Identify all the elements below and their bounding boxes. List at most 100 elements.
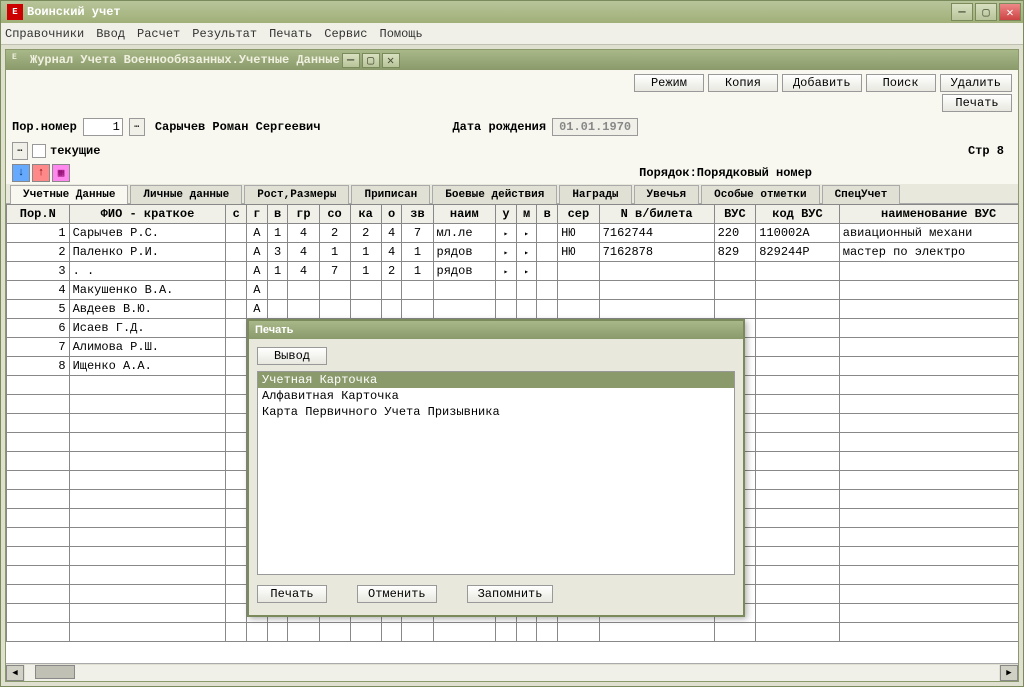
column-header[interactable]: Пор.N: [7, 205, 70, 224]
delete-button[interactable]: Удалить: [940, 74, 1012, 92]
cell-vv[interactable]: [537, 224, 558, 243]
cell-kod[interactable]: 829244Р: [756, 243, 840, 262]
cell-ser[interactable]: НЮ: [558, 224, 600, 243]
column-header[interactable]: зв: [402, 205, 433, 224]
cell-naim[interactable]: мл.ле: [433, 224, 496, 243]
cell-zv[interactable]: 7: [402, 224, 433, 243]
cell-s[interactable]: [226, 224, 247, 243]
inner-maximize-button[interactable]: ▢: [362, 53, 380, 68]
cell-fio[interactable]: Сарычев Р.С.: [69, 224, 226, 243]
cell-vv[interactable]: [537, 281, 558, 300]
cell-zv[interactable]: [402, 300, 433, 319]
cell-n[interactable]: 7: [7, 338, 70, 357]
cell-o[interactable]: 2: [381, 262, 402, 281]
tab-0[interactable]: Учетные Данные: [10, 185, 128, 204]
cell-so[interactable]: 1: [319, 243, 350, 262]
cell-s[interactable]: [226, 319, 247, 338]
cell-ka[interactable]: 1: [350, 243, 381, 262]
menu-item[interactable]: Печать: [269, 27, 312, 41]
cell-u[interactable]: [496, 281, 517, 300]
tab-2[interactable]: Рост,Размеры: [244, 185, 349, 204]
cell-bilet[interactable]: [599, 262, 714, 281]
table-row[interactable]: 5Авдеев В.Ю.А: [7, 300, 1019, 319]
minimize-button[interactable]: —: [951, 3, 973, 21]
column-header[interactable]: ка: [350, 205, 381, 224]
cell-m[interactable]: ▸: [516, 224, 537, 243]
cell-nvus[interactable]: [839, 319, 1018, 338]
cell-g[interactable]: А: [247, 224, 268, 243]
cell-gr[interactable]: [288, 300, 319, 319]
cell-n[interactable]: 3: [7, 262, 70, 281]
cell-zv[interactable]: [402, 281, 433, 300]
cell-m[interactable]: [516, 300, 537, 319]
cell-s[interactable]: [226, 357, 247, 376]
cell-g[interactable]: А: [247, 281, 268, 300]
cell-kod[interactable]: [756, 357, 840, 376]
cell-vv[interactable]: [537, 300, 558, 319]
cell-vus[interactable]: [714, 281, 756, 300]
cell-nvus[interactable]: [839, 281, 1018, 300]
cell-o[interactable]: 4: [381, 224, 402, 243]
cell-nvus[interactable]: авиационный механи: [839, 224, 1018, 243]
column-header[interactable]: наименование ВУС: [839, 205, 1018, 224]
cell-n[interactable]: 1: [7, 224, 70, 243]
cell-v[interactable]: 1: [267, 224, 288, 243]
cell-so[interactable]: 7: [319, 262, 350, 281]
current-checkbox[interactable]: [32, 144, 46, 158]
cell-s[interactable]: [226, 281, 247, 300]
cell-n[interactable]: 2: [7, 243, 70, 262]
menu-item[interactable]: Сервис: [324, 27, 367, 41]
print-option[interactable]: Карта Первичного Учета Призывника: [258, 404, 734, 420]
cell-u[interactable]: ▸: [496, 243, 517, 262]
cell-bilet[interactable]: [599, 300, 714, 319]
cell-m[interactable]: ▸: [516, 243, 537, 262]
cell-nvus[interactable]: [839, 262, 1018, 281]
column-header[interactable]: м: [516, 205, 537, 224]
tab-7[interactable]: Особые отметки: [701, 185, 819, 204]
filter-lookup-button[interactable]: ⋯: [12, 142, 28, 160]
table-row[interactable]: 2Паленко Р.И.А341141рядов▸▸НЮ71628788298…: [7, 243, 1019, 262]
cell-kod[interactable]: [756, 338, 840, 357]
search-button[interactable]: Поиск: [866, 74, 936, 92]
cell-bilet[interactable]: 7162744: [599, 224, 714, 243]
cell-fio[interactable]: Алимова Р.Ш.: [69, 338, 226, 357]
cell-kod[interactable]: [756, 281, 840, 300]
table-row[interactable]: 3. .А147121рядов▸▸: [7, 262, 1019, 281]
column-header[interactable]: N в/билета: [599, 205, 714, 224]
scroll-track[interactable]: [25, 665, 999, 681]
tab-5[interactable]: Награды: [559, 185, 631, 204]
cell-bilet[interactable]: [599, 281, 714, 300]
scroll-right-button[interactable]: ▶: [1000, 665, 1018, 681]
cell-naim[interactable]: [433, 300, 496, 319]
cell-fio[interactable]: . .: [69, 262, 226, 281]
column-header[interactable]: с: [226, 205, 247, 224]
tab-6[interactable]: Увечья: [634, 185, 700, 204]
print-button[interactable]: Печать: [942, 94, 1012, 112]
grid-icon[interactable]: ▦: [52, 164, 70, 182]
cell-m[interactable]: [516, 281, 537, 300]
cell-n[interactable]: 5: [7, 300, 70, 319]
column-header[interactable]: наим: [433, 205, 496, 224]
dialog-cancel-button[interactable]: Отменить: [357, 585, 437, 603]
cell-u[interactable]: ▸: [496, 262, 517, 281]
cell-fio[interactable]: Ищенко А.А.: [69, 357, 226, 376]
cell-m[interactable]: ▸: [516, 262, 537, 281]
cell-v[interactable]: 1: [267, 262, 288, 281]
cell-nvus[interactable]: [839, 338, 1018, 357]
cell-v[interactable]: [267, 281, 288, 300]
sort-up-icon[interactable]: ↑: [32, 164, 50, 182]
cell-u[interactable]: [496, 300, 517, 319]
por-input[interactable]: [83, 118, 123, 136]
cell-nvus[interactable]: [839, 357, 1018, 376]
output-button[interactable]: Вывод: [257, 347, 327, 365]
mode-button[interactable]: Режим: [634, 74, 704, 92]
menu-item[interactable]: Помощь: [380, 27, 423, 41]
column-header[interactable]: код ВУС: [756, 205, 840, 224]
inner-close-button[interactable]: ✕: [382, 53, 400, 68]
cell-kod[interactable]: [756, 300, 840, 319]
cell-ka[interactable]: 1: [350, 262, 381, 281]
cell-o[interactable]: [381, 281, 402, 300]
tab-3[interactable]: Приписан: [351, 185, 430, 204]
column-header[interactable]: со: [319, 205, 350, 224]
cell-ka[interactable]: [350, 281, 381, 300]
